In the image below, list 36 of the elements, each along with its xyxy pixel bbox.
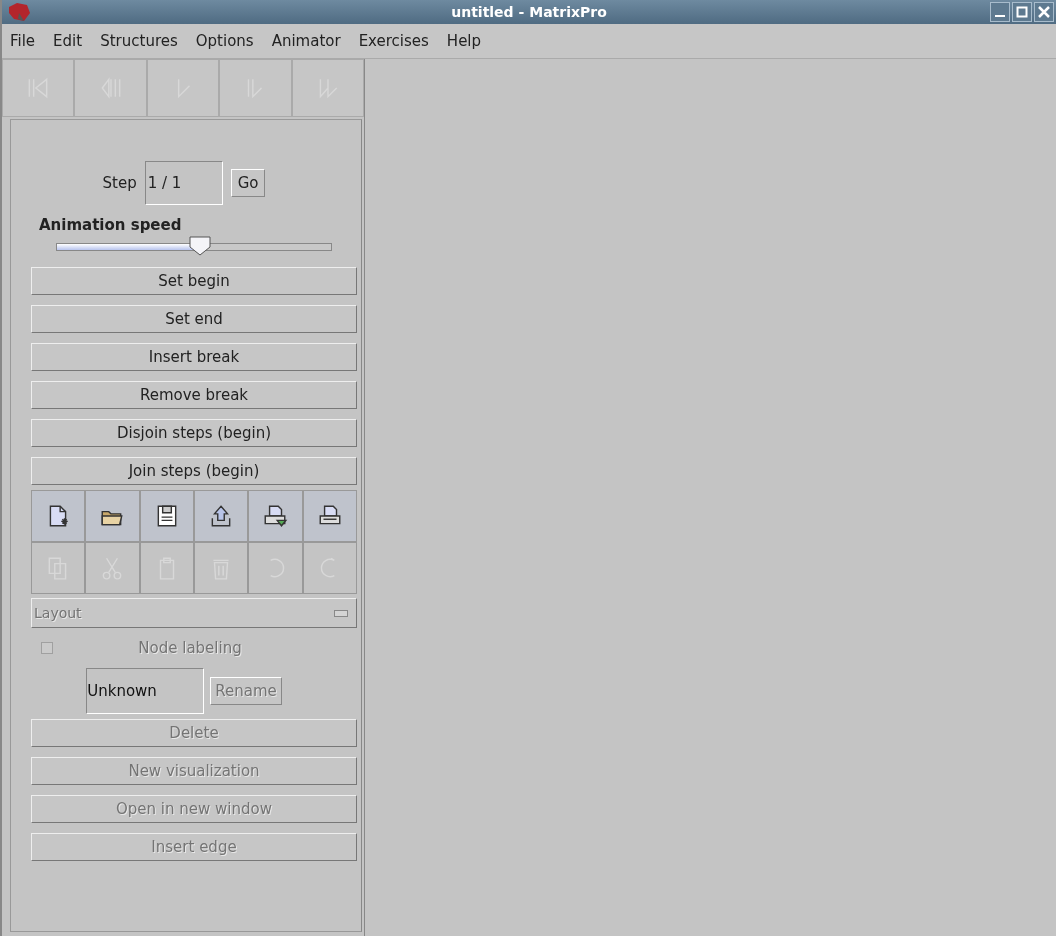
toolbar-button[interactable] (302, 490, 357, 542)
menu-item[interactable]: Structures (96, 32, 192, 50)
slider-thumb[interactable] (188, 236, 211, 256)
menu-item[interactable]: Help (442, 32, 496, 50)
toolbar-button[interactable] (139, 490, 194, 542)
speed-label: Animation speed (39, 216, 182, 234)
step-field[interactable]: 1 / 1 (144, 161, 223, 205)
toolbar-button[interactable] (85, 490, 140, 542)
action-button[interactable]: Disjoin steps (begin) (31, 419, 357, 447)
maximize-icon (1016, 6, 1028, 18)
app-icon (6, 1, 32, 23)
close-button[interactable] (1034, 2, 1054, 22)
minimize-button[interactable] (990, 2, 1010, 22)
close-icon (1038, 6, 1050, 18)
combo-icon (334, 609, 348, 617)
toolbar-button[interactable] (31, 490, 86, 542)
menu-item[interactable]: Edit (49, 32, 97, 50)
go-button[interactable]: Go (230, 169, 266, 197)
name-field[interactable]: Unknown (86, 668, 205, 714)
step-label: Step (102, 174, 137, 192)
menu-item[interactable]: Options (191, 32, 268, 50)
menu-item[interactable]: File (6, 32, 50, 50)
action-button[interactable]: Set begin (31, 267, 357, 295)
node-labeling-label: Node labeling (137, 639, 243, 657)
maximize-button[interactable] (1012, 2, 1032, 22)
action-button[interactable]: Join steps (begin) (31, 457, 357, 485)
menu-item[interactable]: Animator (267, 32, 355, 50)
toolbar-button[interactable] (194, 490, 249, 542)
action-button[interactable]: Remove break (31, 381, 357, 409)
printer-arrow-icon (262, 503, 289, 529)
menu-item[interactable]: Exercises (354, 32, 443, 50)
action-button[interactable]: Insert break (31, 343, 357, 371)
window-title: untitled - MatrixPro (451, 4, 607, 20)
toolbar-button[interactable] (248, 490, 303, 542)
action-button[interactable]: Set end (31, 305, 357, 333)
minimize-icon (995, 15, 1005, 17)
